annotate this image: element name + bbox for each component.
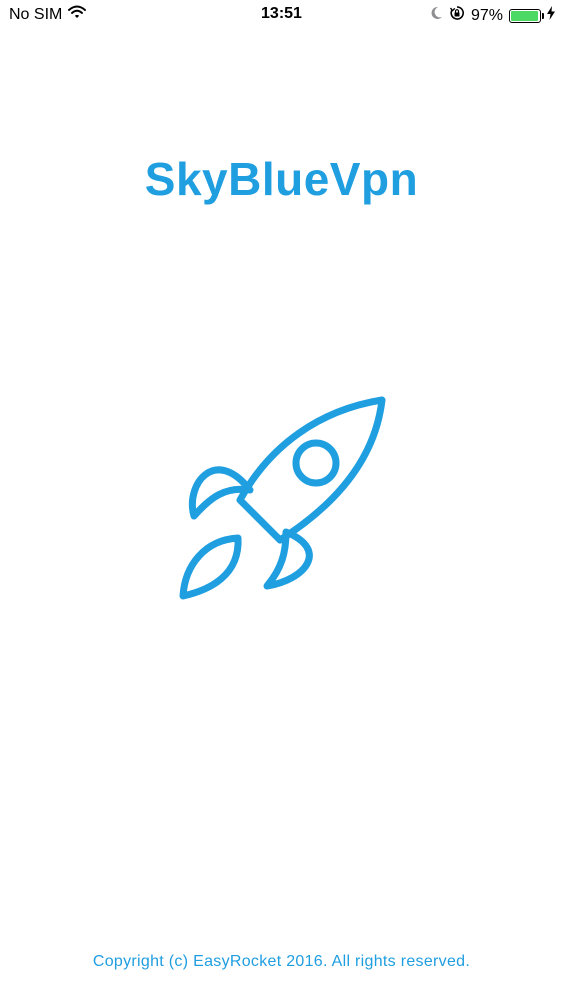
status-bar: No SIM 13:51 97% bbox=[0, 0, 563, 30]
copyright-text: Copyright (c) EasyRocket 2016. All right… bbox=[92, 953, 471, 970]
battery-icon bbox=[509, 8, 544, 23]
do-not-disturb-moon-icon bbox=[430, 6, 443, 25]
rocket-icon bbox=[170, 390, 400, 610]
battery-fill bbox=[511, 10, 539, 21]
app-title: SkyBlueVpn bbox=[144, 153, 419, 205]
status-right: 97% bbox=[430, 5, 555, 26]
rotation-lock-icon bbox=[449, 5, 465, 26]
battery-percent-label: 97% bbox=[470, 6, 503, 24]
charging-bolt-icon bbox=[547, 6, 555, 25]
